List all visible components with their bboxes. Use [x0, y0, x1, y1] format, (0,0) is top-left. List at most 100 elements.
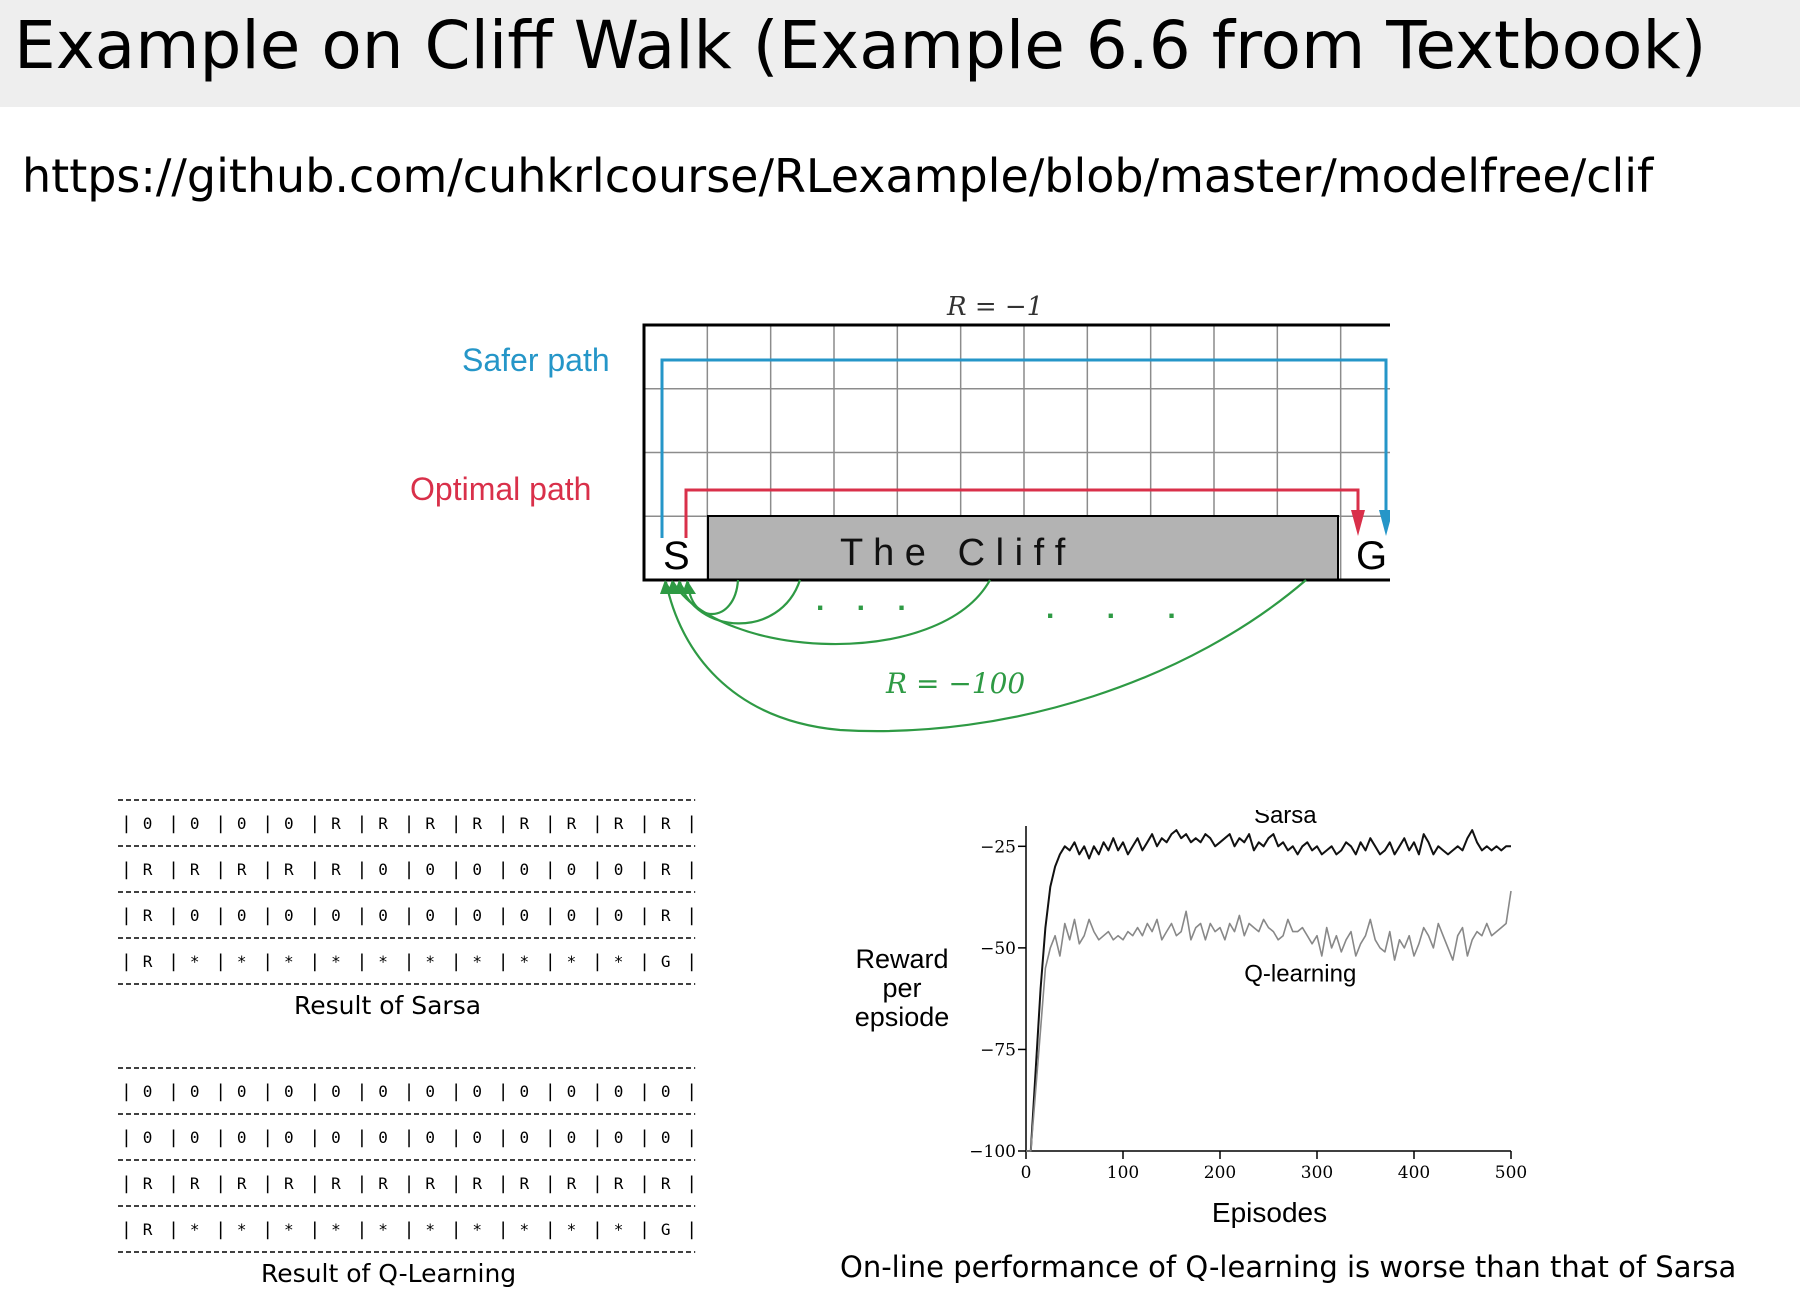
- cliff-return-arrowheads: [660, 580, 696, 594]
- qlearning-cell: R: [331, 1174, 341, 1193]
- sarsa-cell: R: [520, 814, 530, 833]
- optimal-path-label: Optimal path: [410, 471, 591, 507]
- sarsa-cell-divider: |: [357, 905, 368, 926]
- y-tick-label: −50: [980, 939, 1016, 959]
- series-annotation: Q-learning: [1244, 960, 1356, 987]
- sarsa-cell: R: [425, 814, 435, 833]
- qlearning-cell-divider: |: [309, 1081, 320, 1102]
- qlearning-cell: *: [614, 1220, 624, 1239]
- qlearning-cell: 0: [425, 1082, 435, 1101]
- qlearning-cell-divider: |: [168, 1173, 179, 1194]
- qlearning-cell-divider: |: [168, 1127, 179, 1148]
- qlearning-cell: 0: [520, 1082, 530, 1101]
- qlearning-cell-divider: |: [545, 1127, 556, 1148]
- source-url-link[interactable]: https://github.com/cuhkrlcourse/RLexampl…: [22, 145, 1800, 207]
- sarsa-cell-divider: |: [592, 951, 603, 972]
- sarsa-cell-divider: |: [168, 951, 179, 972]
- step-reward-label: R = −1: [946, 292, 1043, 322]
- qlearning-cell: 0: [284, 1128, 294, 1147]
- sarsa-cell: 0: [520, 860, 530, 879]
- sarsa-cell: 0: [567, 860, 577, 879]
- qlearning-cell-divider: |: [262, 1173, 273, 1194]
- sarsa-cell: *: [331, 952, 341, 971]
- sarsa-cell-divider: |: [686, 951, 697, 972]
- qlearning-cell: *: [284, 1220, 294, 1239]
- sarsa-cell: 0: [237, 814, 247, 833]
- sarsa-cell-divider: |: [545, 905, 556, 926]
- qlearning-cell-divider: |: [309, 1173, 320, 1194]
- qlearning-cell-divider: |: [215, 1081, 226, 1102]
- qlearning-cell: 0: [567, 1082, 577, 1101]
- x-tick-label: 0: [1021, 1163, 1032, 1183]
- sarsa-cell: *: [567, 952, 577, 971]
- qlearning-cell: 0: [614, 1082, 624, 1101]
- safer-path-label: Safer path: [462, 342, 610, 378]
- sarsa-cell-divider: |: [121, 813, 132, 834]
- sarsa-cell: R: [567, 814, 577, 833]
- qlearning-cell-divider: |: [686, 1127, 697, 1148]
- qlearning-cell: 0: [331, 1082, 341, 1101]
- sarsa-cell-divider: |: [262, 905, 273, 926]
- qlearning-cell: 0: [472, 1082, 482, 1101]
- qlearning-cell-divider: |: [686, 1219, 697, 1240]
- sarsa-cell: R: [190, 860, 200, 879]
- qlearning-cell-divider: |: [357, 1219, 368, 1240]
- left-ellipsis: . . .: [816, 584, 918, 617]
- qlearning-cell: 0: [143, 1128, 153, 1147]
- qlearning-cell: *: [190, 1220, 200, 1239]
- qlearning-cell: 0: [378, 1082, 388, 1101]
- x-tick-label: 400: [1398, 1163, 1430, 1183]
- qlearning-cell: R: [425, 1174, 435, 1193]
- sarsa-cell: R: [143, 906, 153, 925]
- sarsa-cell: R: [143, 952, 153, 971]
- qlearning-cell: *: [378, 1220, 388, 1239]
- x-tick-label: 200: [1204, 1163, 1236, 1183]
- sarsa-cell-divider: |: [545, 859, 556, 880]
- qlearning-cell-divider: |: [639, 1081, 650, 1102]
- sarsa-cell-divider: |: [215, 905, 226, 926]
- qlearning-cell: *: [425, 1220, 435, 1239]
- sarsa-cell: 0: [472, 906, 482, 925]
- qlearning-cell: 0: [190, 1128, 200, 1147]
- qlearning-cell: R: [378, 1174, 388, 1193]
- qlearning-cell-divider: |: [357, 1081, 368, 1102]
- qlearning-cell-divider: |: [357, 1127, 368, 1148]
- x-tick-label: 500: [1495, 1163, 1527, 1183]
- sarsa-cell: *: [190, 952, 200, 971]
- sarsa-cell: R: [614, 814, 624, 833]
- series-annotation: Sarsa: [1254, 810, 1317, 829]
- qlearning-cell-divider: |: [451, 1081, 462, 1102]
- sarsa-cell: 0: [190, 814, 200, 833]
- sarsa-cell: R: [661, 906, 671, 925]
- qlearning-cell-divider: |: [451, 1173, 462, 1194]
- sarsa-cell-divider: |: [451, 905, 462, 926]
- sarsa-cell: *: [472, 952, 482, 971]
- qlearning-cell-divider: |: [451, 1127, 462, 1148]
- sarsa-cell-divider: |: [309, 951, 320, 972]
- slide-header: Example on Cliff Walk (Example 6.6 from …: [0, 0, 1800, 107]
- sarsa-cell-divider: |: [309, 905, 320, 926]
- qlearning-cell-divider: |: [592, 1081, 603, 1102]
- qlearning-cell-divider: |: [215, 1127, 226, 1148]
- sarsa-cell: 0: [284, 814, 294, 833]
- x-tick-label: 300: [1301, 1163, 1333, 1183]
- qlearning-cell: 0: [143, 1082, 153, 1101]
- qlearning-cell-divider: |: [357, 1173, 368, 1194]
- sarsa-cell: R: [143, 860, 153, 879]
- sarsa-cell-divider: |: [404, 813, 415, 834]
- y-axis-label: epsiode: [855, 1002, 950, 1032]
- sarsa-cell: R: [472, 814, 482, 833]
- sarsa-cell: *: [425, 952, 435, 971]
- sarsa-cell: R: [284, 860, 294, 879]
- qlearning-cell-divider: |: [262, 1081, 273, 1102]
- qlearning-cell-divider: |: [592, 1219, 603, 1240]
- qlearning-cell-divider: |: [404, 1219, 415, 1240]
- sarsa-cell: *: [614, 952, 624, 971]
- sarsa-cell: 0: [284, 906, 294, 925]
- qlearning-cell: 0: [237, 1082, 247, 1101]
- qlearning-cell: R: [237, 1174, 247, 1193]
- sarsa-cell: 0: [143, 814, 153, 833]
- qlearning-cell: R: [472, 1174, 482, 1193]
- sarsa-cell: 0: [378, 906, 388, 925]
- qlearning-cell: 0: [567, 1128, 577, 1147]
